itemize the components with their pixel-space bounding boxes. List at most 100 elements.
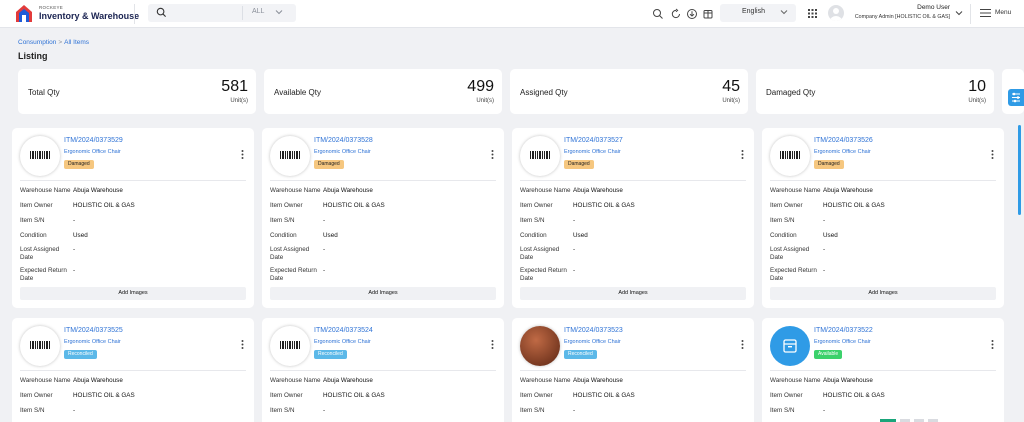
brand-tagline: ROCKEYE (39, 5, 64, 10)
refresh-icon[interactable] (670, 8, 682, 20)
item-card[interactable]: ITM/2024/0373528 Ergonomic Office Chair … (262, 128, 504, 308)
item-thumbnail (20, 136, 60, 176)
item-name[interactable]: Ergonomic Office Chair (64, 149, 121, 155)
item-name[interactable]: Ergonomic Office Chair (814, 149, 871, 155)
filter-toggle-button[interactable] (1008, 89, 1024, 106)
card-divider (20, 180, 246, 181)
label-line: Date (20, 275, 34, 282)
item-card[interactable]: ITM/2024/0373524 Ergonomic Office Chair … (262, 318, 504, 422)
label-line: Expected Return (20, 267, 67, 274)
warehouse-value: Abuja Warehouse (823, 377, 873, 384)
field-label: Lost Assigned Date (20, 246, 59, 262)
item-name[interactable]: Ergonomic Office Chair (314, 339, 371, 345)
field-label: Warehouse Name (520, 377, 571, 384)
scrollbar-thumb[interactable] (1018, 125, 1021, 215)
card-divider (20, 370, 246, 371)
breadcrumb-all-items[interactable]: All Items (64, 39, 89, 46)
more-options-icon[interactable] (991, 340, 994, 349)
field-label: Item Owner (20, 202, 53, 209)
field-label: Item Owner (770, 202, 803, 209)
field-label: Condition (270, 232, 297, 239)
breadcrumb-separator: > (58, 39, 63, 46)
field-label: Warehouse Name (770, 377, 821, 384)
field-label: Item S/N (270, 217, 295, 224)
field-label: Warehouse Name (270, 187, 321, 194)
logo-icon[interactable] (14, 3, 34, 23)
sn-value: - (573, 407, 576, 414)
field-label: Item S/N (520, 407, 545, 414)
status-badge: Available (814, 350, 843, 359)
item-name[interactable]: Ergonomic Office Chair (814, 339, 871, 345)
search-separator (242, 6, 243, 20)
download-icon[interactable] (686, 8, 698, 20)
hamburger-menu-icon[interactable] (980, 8, 991, 18)
language-value: English (742, 8, 765, 15)
status-badge: Damaged (814, 160, 844, 169)
user-icon (830, 8, 842, 21)
item-card[interactable]: ITM/2024/0373529 Ergonomic Office Chair … (12, 128, 254, 308)
search-scope-select[interactable]: ALL (252, 8, 264, 15)
language-select[interactable]: English (720, 4, 796, 22)
menu-button[interactable]: Menu (995, 9, 1011, 16)
barcode-icon (30, 341, 50, 349)
item-code-link[interactable]: ITM/2024/0373523 (564, 327, 623, 334)
item-name[interactable]: Ergonomic Office Chair (64, 339, 121, 345)
add-images-button[interactable]: Add Images (520, 287, 746, 300)
item-code-link[interactable]: ITM/2024/0373525 (64, 327, 123, 334)
more-options-icon[interactable] (241, 340, 244, 349)
add-images-button[interactable]: Add Images (20, 287, 246, 300)
label-line: Date (270, 254, 284, 261)
more-options-icon[interactable] (491, 340, 494, 349)
item-card[interactable]: ITM/2024/0373523 Ergonomic Office Chair … (512, 318, 754, 422)
item-code-link[interactable]: ITM/2024/0373524 (314, 327, 373, 334)
barcode-icon (280, 151, 300, 159)
warehouse-value: Abuja Warehouse (573, 377, 623, 384)
apps-grid-icon[interactable] (808, 9, 817, 18)
item-card[interactable]: ITM/2024/0373525 Ergonomic Office Chair … (12, 318, 254, 422)
item-code-link[interactable]: ITM/2024/0373522 (814, 327, 873, 334)
box-icon (783, 339, 797, 353)
add-images-button[interactable]: Add Images (270, 287, 496, 300)
owner-value: HOLISTIC OIL & GAS (323, 392, 385, 399)
item-card[interactable]: ITM/2024/0373526 Ergonomic Office Chair … (762, 128, 1004, 308)
item-code-link[interactable]: ITM/2024/0373528 (314, 137, 373, 144)
item-card[interactable]: ITM/2024/0373527 Ergonomic Office Chair … (512, 128, 754, 308)
chevron-down-icon[interactable] (954, 8, 964, 18)
more-options-icon[interactable] (491, 150, 494, 159)
global-search[interactable]: ALL (148, 4, 296, 22)
avatar[interactable] (828, 5, 844, 21)
label-line: Expected Return (270, 267, 317, 274)
card-divider (270, 180, 496, 181)
more-options-icon[interactable] (741, 340, 744, 349)
item-name[interactable]: Ergonomic Office Chair (564, 149, 621, 155)
more-options-icon[interactable] (741, 150, 744, 159)
more-options-icon[interactable] (991, 150, 994, 159)
label-line: Lost Assigned (770, 246, 810, 253)
chevron-down-icon[interactable] (274, 7, 284, 17)
field-label: Lost Assigned Date (520, 246, 559, 262)
breadcrumb-consumption[interactable]: Consumption (18, 39, 56, 46)
item-name[interactable]: Ergonomic Office Chair (564, 339, 621, 345)
top-bar: ROCKEYE Inventory & Warehouse ALL Englis… (0, 0, 1024, 28)
card-divider (270, 370, 496, 371)
user-name[interactable]: Demo User (850, 4, 950, 11)
last-assigned-value: - (573, 246, 576, 253)
field-label: Expected Return Date (270, 267, 317, 283)
item-thumbnail (520, 136, 560, 176)
item-code-link[interactable]: ITM/2024/0373529 (64, 137, 123, 144)
field-label: Expected Return Date (770, 267, 817, 283)
item-card[interactable]: ITM/2024/0373522 Ergonomic Office Chair … (762, 318, 1004, 422)
add-images-button[interactable]: Add Images (770, 287, 996, 300)
item-thumbnail-photo (520, 326, 560, 366)
stat-available-qty: Available Qty 499 Unit(s) (264, 69, 502, 114)
stat-label: Total Qty (28, 88, 60, 97)
item-name[interactable]: Ergonomic Office Chair (314, 149, 371, 155)
item-code-link[interactable]: ITM/2024/0373527 (564, 137, 623, 144)
owner-value: HOLISTIC OIL & GAS (823, 392, 885, 399)
search-icon[interactable] (652, 8, 664, 20)
item-code-link[interactable]: ITM/2024/0373526 (814, 137, 873, 144)
owner-value: HOLISTIC OIL & GAS (573, 202, 635, 209)
more-options-icon[interactable] (241, 150, 244, 159)
calendar-icon[interactable] (702, 8, 714, 20)
page-title: Listing (18, 51, 48, 61)
